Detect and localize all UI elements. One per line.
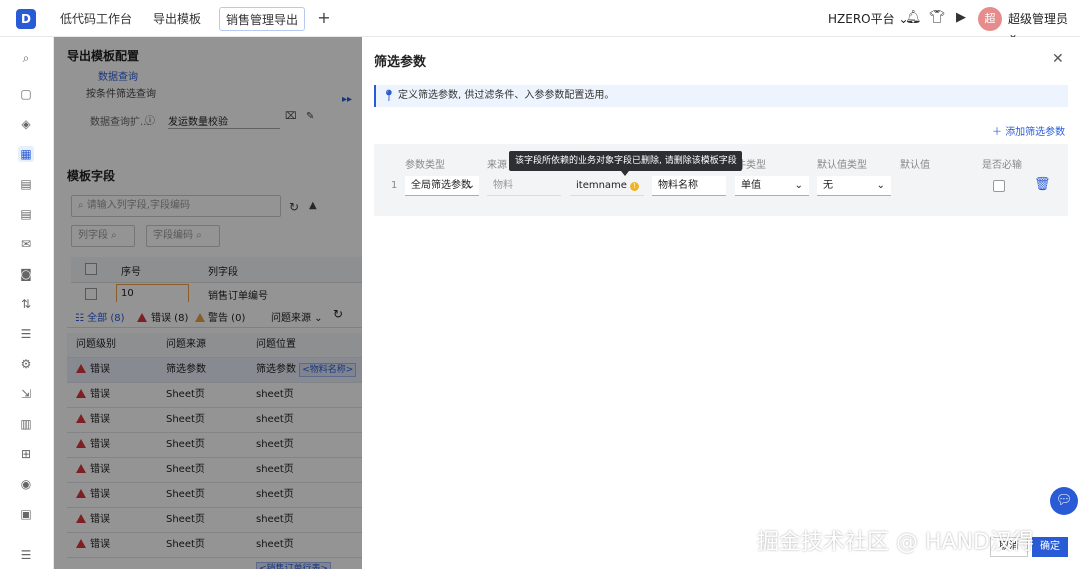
header-default-type: 默认值类型 [817, 160, 867, 171]
nav-settings-icon[interactable]: ⚙ [18, 356, 34, 372]
nav-calendar-icon[interactable]: ▤ [18, 176, 34, 192]
bell-icon[interactable]: 🔔︎ [905, 10, 922, 26]
collapse-menu-icon[interactable]: ☰ [18, 547, 34, 563]
param-type-value: 全局筛选参数 [411, 180, 471, 191]
username-label: 超级管理员 [1008, 12, 1069, 26]
chat-assistant-icon[interactable]: 💬︎ [1050, 487, 1078, 515]
confirm-button[interactable]: 确定 [1032, 537, 1068, 557]
tab-export-template[interactable]: 导出模板 [147, 7, 207, 31]
modal-overlay[interactable] [54, 37, 362, 569]
nav-doc-icon[interactable]: ☰ [18, 326, 34, 342]
add-filter-param-button[interactable]: ＋ 添加筛选参数 [992, 123, 1065, 138]
add-filter-param-label: 添加筛选参数 [1005, 127, 1066, 138]
drawer-title: 筛选参数 [374, 55, 427, 70]
nav-import-icon[interactable]: ⇲ [18, 386, 34, 402]
info-banner: 📍︎ 定义筛选参数, 供过滤条件、入参参数配置选用。 [374, 85, 1068, 107]
default-type-value: 无 [823, 180, 833, 191]
row-index: 1 [391, 180, 398, 191]
trash-icon[interactable]: 🗑︎ [1034, 177, 1051, 192]
nav-dashboard-icon[interactable]: ▢ [18, 86, 34, 102]
watermark-text: 掘金技术社区 @ HAND汉得 [757, 530, 1034, 555]
close-icon[interactable]: ✕ [1052, 51, 1064, 67]
top-bar: D 低代码工作台 导出模板 销售管理导出 + HZERO平台 ⌄ 🔔︎ 👕︎ ▶… [0, 0, 1080, 41]
shirt-icon[interactable]: 👕︎ [929, 10, 946, 26]
source-field: 物料 [487, 176, 561, 196]
header-param-type: 参数类型 [405, 160, 445, 171]
nav-flow-icon[interactable]: ⇅ [18, 296, 34, 312]
header-source: 来源 [487, 160, 507, 171]
side-nav: ⌕ ▢ ◈ ▦ ▤ ▤ ✉ ◙ ⇅ ☰ ⚙ ⇲ ▥ ⊞ ◉ ▣ ☰ [0, 37, 54, 569]
chevron-down-icon: ⌄ [794, 180, 803, 191]
info-text: 定义筛选参数, 供过滤条件、入参参数配置选用。 [398, 90, 615, 101]
nav-form-icon[interactable]: ▤ [18, 206, 34, 222]
warning-dot-icon[interactable]: ! [630, 182, 640, 191]
platform-switcher[interactable]: HZERO平台 ⌄ [828, 10, 909, 27]
plus-icon: ＋ [992, 127, 1002, 138]
warning-tooltip: 该字段所依赖的业务对象字段已删除, 请删除该模板字段 [509, 151, 742, 176]
header-default-value: 默认值 [900, 160, 930, 171]
add-tab-button[interactable]: + [314, 7, 334, 29]
platform-label: HZERO平台 [828, 12, 895, 26]
code-field[interactable]: itemname ! [570, 176, 644, 196]
nav-disk-icon[interactable]: ◉ [18, 476, 34, 492]
code-value: itemname [576, 180, 627, 191]
nav-tree-icon[interactable]: ⊞ [18, 446, 34, 462]
tab-lowcode-workbench[interactable]: 低代码工作台 [54, 7, 138, 31]
required-checkbox[interactable] [993, 180, 1005, 192]
nav-table-icon[interactable]: ▥ [18, 416, 34, 432]
chevron-down-icon: ⌄ [466, 180, 475, 191]
tab-sales-export[interactable]: 销售管理导出 [219, 7, 305, 31]
field-type-value: 单值 [741, 180, 761, 191]
default-type-select[interactable]: 无 ⌄ [817, 176, 891, 196]
avatar[interactable]: 超 [978, 7, 1002, 31]
nav-image-icon[interactable]: ▣ [18, 506, 34, 522]
param-type-select[interactable]: 全局筛选参数 ⌄ [405, 176, 479, 196]
chevron-down-icon: ⌄ [876, 180, 885, 191]
search-icon[interactable]: ⌕ [18, 50, 34, 66]
nav-mail-icon[interactable]: ✉ [18, 236, 34, 252]
nav-model-icon[interactable]: ◈ [18, 116, 34, 132]
play-icon[interactable]: ▶ [953, 10, 969, 26]
header-required: 是否必输 [982, 160, 1022, 171]
app-logo[interactable]: D [16, 9, 36, 29]
location-pin-icon: 📍︎ [382, 89, 396, 102]
name-input[interactable]: 物料名称 [652, 176, 726, 196]
nav-template-icon[interactable]: ▦ [18, 146, 34, 162]
field-type-select[interactable]: 单值 ⌄ [735, 176, 809, 196]
filter-params-drawer: 筛选参数 ✕ 📍︎ 定义筛选参数, 供过滤条件、入参参数配置选用。 ＋ 添加筛选参… [362, 37, 1080, 569]
nav-camera-icon[interactable]: ◙ [18, 266, 34, 282]
